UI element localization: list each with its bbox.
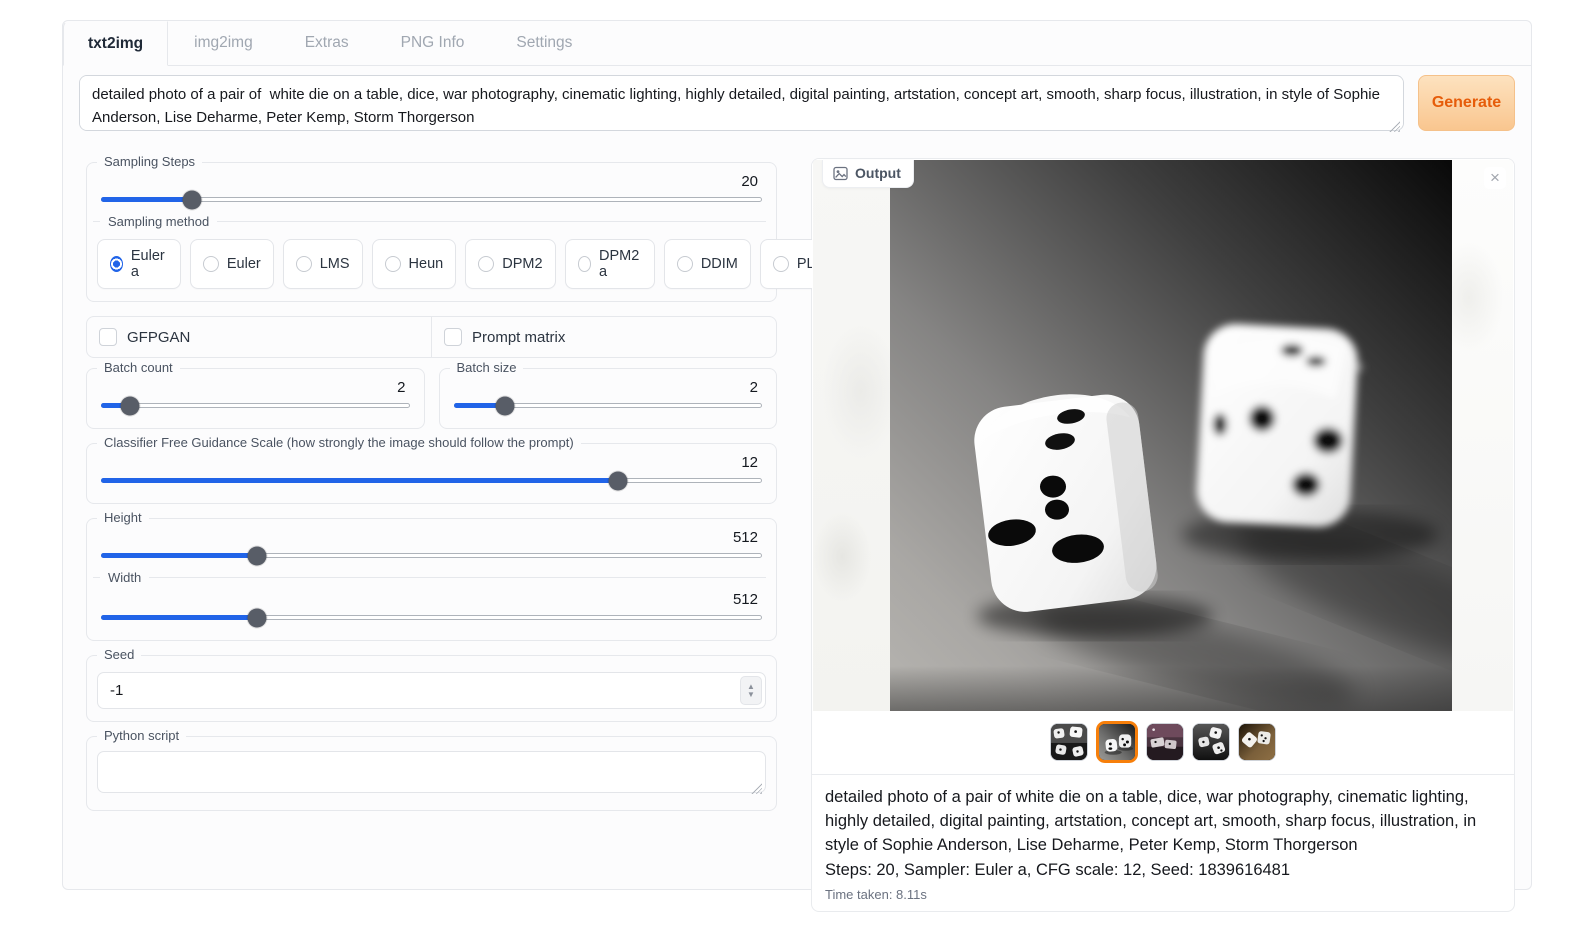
sampling-steps-slider[interactable]	[101, 197, 762, 202]
radio-icon	[385, 256, 401, 272]
settings-column: Sampling Steps 20 Sampling method Euler …	[79, 150, 784, 825]
tab-settings[interactable]: Settings	[490, 21, 598, 65]
dimensions-panel: Height 512 Width 512	[86, 518, 777, 641]
radio-icon	[478, 256, 494, 272]
app-window: txt2img img2img Extras PNG Info Settings…	[62, 20, 1532, 890]
width-value: 512	[97, 591, 766, 608]
gallery-strip	[812, 712, 1514, 774]
generate-button[interactable]: Generate	[1418, 75, 1515, 131]
output-header: Output	[822, 160, 914, 188]
slider-knob[interactable]	[496, 396, 515, 415]
python-script-panel: Python script	[86, 736, 777, 811]
image-viewer: Output ×	[812, 159, 1514, 712]
gfpgan-checkbox[interactable]: GFPGAN	[87, 317, 431, 357]
prompt-matrix-checkbox[interactable]: Prompt matrix	[431, 317, 776, 357]
radio-heun[interactable]: Heun	[372, 239, 457, 289]
tab-png-info[interactable]: PNG Info	[375, 21, 491, 65]
main-columns: Sampling Steps 20 Sampling method Euler …	[63, 142, 1531, 912]
height-slider[interactable]	[101, 553, 762, 558]
batch-size-slider[interactable]	[454, 403, 763, 408]
time-taken-text: Time taken: 8.11s	[825, 887, 1501, 902]
radio-dpm2[interactable]: DPM2	[465, 239, 555, 289]
sampling-method-group: Euler a Euler LMS Heun	[97, 239, 766, 289]
prompt-input[interactable]	[79, 75, 1404, 131]
output-params-text: Steps: 20, Sampler: Euler a, CFG scale: …	[825, 859, 1501, 883]
radio-icon	[578, 256, 591, 272]
radio-icon	[677, 256, 693, 272]
width-label: Width	[93, 570, 766, 585]
chevron-up-icon[interactable]: ▲	[747, 683, 755, 690]
output-prompt-text: detailed photo of a pair of white die on…	[825, 786, 1501, 857]
image-icon	[833, 166, 848, 181]
prompt-row: Generate	[79, 75, 1515, 136]
gallery-thumb-4[interactable]	[1192, 723, 1230, 761]
sampling-steps-label: Sampling Steps	[97, 154, 202, 169]
sampling-method-label: Sampling method	[93, 214, 766, 229]
sampling-steps-value: 20	[97, 173, 766, 190]
slider-knob[interactable]	[183, 190, 202, 209]
options-row: GFPGAN Prompt matrix	[86, 316, 777, 358]
close-icon[interactable]: ×	[1484, 167, 1506, 189]
radio-lms[interactable]: LMS	[283, 239, 363, 289]
checkbox-icon[interactable]	[444, 328, 462, 346]
width-slider[interactable]	[101, 615, 762, 620]
radio-euler[interactable]: Euler	[190, 239, 274, 289]
radio-dpm2-a[interactable]: DPM2 a	[565, 239, 655, 289]
slider-knob[interactable]	[608, 471, 627, 490]
radio-icon	[110, 256, 123, 272]
slider-knob[interactable]	[120, 396, 139, 415]
number-stepper[interactable]: ▲ ▼	[740, 676, 762, 705]
python-script-input[interactable]	[97, 751, 766, 793]
radio-icon	[203, 256, 219, 272]
tab-txt2img[interactable]: txt2img	[63, 21, 168, 66]
generation-info: detailed photo of a pair of white die on…	[812, 774, 1514, 911]
slider-knob[interactable]	[247, 546, 266, 565]
cfg-value: 12	[97, 454, 766, 471]
gallery-thumb-3[interactable]	[1146, 723, 1184, 761]
seed-input[interactable]	[97, 672, 766, 709]
cfg-panel: Classifier Free Guidance Scale (how stro…	[86, 443, 777, 504]
sampling-panel: Sampling Steps 20 Sampling method Euler …	[86, 162, 777, 302]
slider-fill	[101, 197, 191, 202]
output-panel: Output ×	[811, 158, 1515, 912]
radio-icon	[296, 256, 312, 272]
radio-ddim[interactable]: DDIM	[664, 239, 751, 289]
gallery-thumb-5[interactable]	[1238, 723, 1276, 761]
batch-size-panel: Batch size 2	[439, 368, 778, 429]
batch-count-value: 2	[97, 379, 414, 396]
tab-img2img[interactable]: img2img	[168, 21, 279, 65]
height-value: 512	[97, 529, 766, 546]
radio-euler-a[interactable]: Euler a	[97, 239, 181, 289]
seed-panel: Seed ▲ ▼	[86, 655, 777, 722]
batch-count-slider[interactable]	[101, 403, 410, 408]
checkbox-icon[interactable]	[99, 328, 117, 346]
slider-knob[interactable]	[247, 608, 266, 627]
cfg-slider[interactable]	[101, 478, 762, 483]
output-image[interactable]	[890, 160, 1452, 711]
carousel-left-peek	[813, 160, 890, 711]
batch-count-panel: Batch count 2	[86, 368, 425, 429]
radio-icon	[773, 256, 789, 272]
gallery-thumb-2[interactable]	[1096, 721, 1138, 763]
chevron-down-icon[interactable]: ▼	[747, 691, 755, 698]
tab-extras[interactable]: Extras	[279, 21, 375, 65]
batch-size-value: 2	[450, 379, 767, 396]
batch-row: Batch count 2 Batch size 2	[79, 368, 784, 443]
tab-bar: txt2img img2img Extras PNG Info Settings	[63, 21, 1531, 66]
gallery-thumb-1[interactable]	[1050, 723, 1088, 761]
